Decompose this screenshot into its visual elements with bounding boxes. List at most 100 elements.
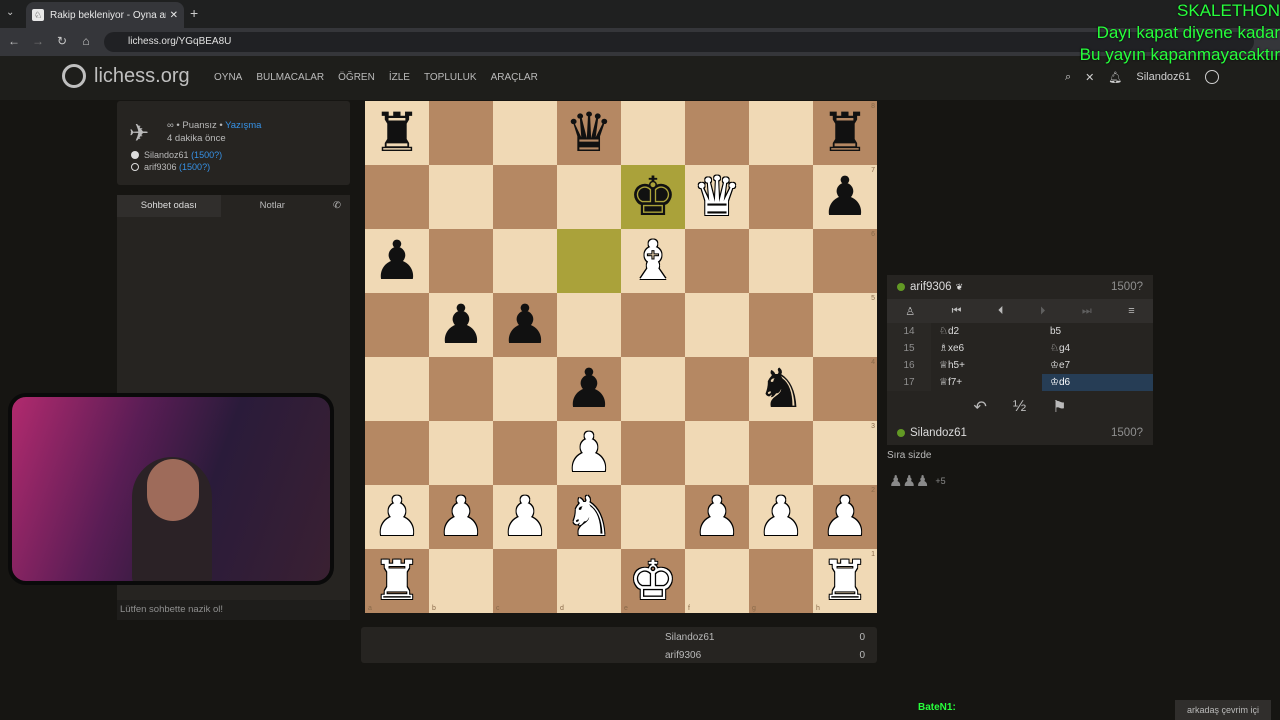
square-a5[interactable] [365, 293, 429, 357]
square-h6[interactable]: 6 [813, 229, 877, 293]
black-player-line[interactable]: arif9306 (1500?) [131, 162, 210, 172]
white-move[interactable]: ♕h5+ [931, 357, 1042, 374]
square-d6[interactable] [557, 229, 621, 293]
square-d5[interactable] [557, 293, 621, 357]
square-f6[interactable] [685, 229, 749, 293]
black-queen-icon[interactable]: ♛ [565, 106, 613, 160]
square-g4[interactable]: ♞ [749, 357, 813, 421]
menu-hamburger-icon[interactable]: ≡ [1128, 305, 1134, 317]
square-e6[interactable]: ♝ [621, 229, 685, 293]
square-b7[interactable] [429, 165, 493, 229]
search-icon[interactable]: ⌕ [1065, 71, 1071, 84]
square-f8[interactable] [685, 101, 749, 165]
square-h3[interactable]: 3 [813, 421, 877, 485]
black-pawn-icon[interactable]: ♟ [501, 298, 549, 352]
back-icon[interactable]: ← [6, 34, 22, 48]
square-b6[interactable] [429, 229, 493, 293]
square-a8[interactable]: ♜ [365, 101, 429, 165]
square-e3[interactable] [621, 421, 685, 485]
square-e7[interactable]: ♚ [621, 165, 685, 229]
chess-board[interactable]: ♜ ♛ ♜ 8 ♚ ♛ ♟ 7 ♟ ♝ 6 ♟ ♟ 5 ♟ ♞ 4 ♟ 3 ♟ ♟ ♟ ♞ ♟ ♟ ♟ 2 ♜ a b c d ♚ e f g ♜ 1 h [365, 101, 877, 613]
black-pawn-icon[interactable]: ♟ [821, 170, 869, 224]
new-tab-icon[interactable]: + [190, 5, 198, 21]
square-g6[interactable] [749, 229, 813, 293]
square-a3[interactable] [365, 421, 429, 485]
square-e4[interactable] [621, 357, 685, 421]
nav-item-play[interactable]: OYNA [214, 72, 242, 83]
square-c3[interactable] [493, 421, 557, 485]
square-c2[interactable]: ♟ [493, 485, 557, 549]
black-pawn-icon[interactable]: ♟ [373, 234, 421, 288]
square-g7[interactable] [749, 165, 813, 229]
square-g5[interactable] [749, 293, 813, 357]
square-c8[interactable] [493, 101, 557, 165]
square-d4[interactable]: ♟ [557, 357, 621, 421]
white-queen-icon[interactable]: ♛ [693, 170, 741, 224]
square-f1[interactable]: f [685, 549, 749, 613]
white-player-name[interactable]: Silandoz61 [144, 150, 189, 160]
square-d3[interactable]: ♟ [557, 421, 621, 485]
square-a6[interactable]: ♟ [365, 229, 429, 293]
square-a7[interactable] [365, 165, 429, 229]
tab-notes[interactable]: Notlar [221, 195, 325, 217]
white-bishop-icon[interactable]: ♝ [629, 234, 677, 288]
square-g8[interactable] [749, 101, 813, 165]
offer-draw-icon[interactable]: ½ [1013, 398, 1026, 416]
home-icon[interactable]: ⌂ [78, 34, 94, 48]
white-rook-icon[interactable]: ♜ [373, 554, 421, 608]
nav-item-learn[interactable]: ÖĞREN [338, 72, 375, 83]
nav-item-community[interactable]: TOPLULUK [424, 72, 477, 83]
square-b5[interactable]: ♟ [429, 293, 493, 357]
square-b8[interactable] [429, 101, 493, 165]
tab-close-icon[interactable]: ✕ [170, 10, 178, 21]
opponent-name[interactable]: arif9306 [910, 281, 952, 293]
black-move[interactable]: b5 [1042, 323, 1153, 340]
square-c1[interactable]: c [493, 549, 557, 613]
square-h7[interactable]: ♟ 7 [813, 165, 877, 229]
white-pawn-icon[interactable]: ♟ [373, 490, 421, 544]
username-link[interactable]: Silandoz61 [1136, 71, 1190, 83]
resign-flag-icon[interactable]: ⚑ [1052, 397, 1066, 417]
white-rook-icon[interactable]: ♜ [821, 554, 869, 608]
white-pawn-icon[interactable]: ♟ [501, 490, 549, 544]
black-move[interactable]: ♘g4 [1042, 340, 1153, 357]
browser-tab[interactable]: ♘ Rakip bekleniyor - Oyna arif9306 ✕ [26, 2, 184, 28]
square-h8[interactable]: ♜ 8 [813, 101, 877, 165]
white-king-icon[interactable]: ♚ [629, 554, 677, 608]
tab-menu-chevron-icon[interactable]: ⌄ [6, 7, 14, 18]
square-g2[interactable]: ♟ [749, 485, 813, 549]
score-player[interactable]: Silandoz61 [665, 629, 714, 647]
nav-item-watch[interactable]: İZLE [389, 72, 410, 83]
chat-input[interactable]: Lütfen sohbette nazik ol! [117, 600, 350, 620]
square-e1[interactable]: ♚ e [621, 549, 685, 613]
black-pawn-icon[interactable]: ♟ [437, 298, 485, 352]
score-player[interactable]: arif9306 [665, 647, 701, 665]
square-e5[interactable] [621, 293, 685, 357]
square-f5[interactable] [685, 293, 749, 357]
black-player-name[interactable]: arif9306 [144, 162, 177, 172]
black-rook-icon[interactable]: ♜ [821, 106, 869, 160]
square-c6[interactable] [493, 229, 557, 293]
square-f3[interactable] [685, 421, 749, 485]
current-move[interactable]: ♔d6 [1042, 374, 1153, 391]
square-a2[interactable]: ♟ [365, 485, 429, 549]
square-b4[interactable] [429, 357, 493, 421]
square-h2[interactable]: ♟ 2 [813, 485, 877, 549]
square-d2[interactable]: ♞ [557, 485, 621, 549]
white-pawn-icon[interactable]: ♟ [693, 490, 741, 544]
square-d1[interactable]: d [557, 549, 621, 613]
takeback-icon[interactable]: ↶ [973, 397, 986, 417]
square-a4[interactable] [365, 357, 429, 421]
black-pawn-icon[interactable]: ♟ [565, 362, 613, 416]
square-c7[interactable] [493, 165, 557, 229]
reload-icon[interactable]: ↻ [54, 34, 70, 48]
game-type-link[interactable]: Yazışma [225, 120, 261, 131]
square-g1[interactable]: g [749, 549, 813, 613]
square-h4[interactable]: 4 [813, 357, 877, 421]
white-knight-icon[interactable]: ♞ [565, 490, 613, 544]
nav-item-puzzles[interactable]: BULMACALAR [256, 72, 324, 83]
white-pawn-icon[interactable]: ♟ [437, 490, 485, 544]
user-avatar-icon[interactable] [1204, 70, 1219, 84]
black-rook-icon[interactable]: ♜ [373, 106, 421, 160]
player-name[interactable]: Silandoz61 [910, 427, 967, 439]
